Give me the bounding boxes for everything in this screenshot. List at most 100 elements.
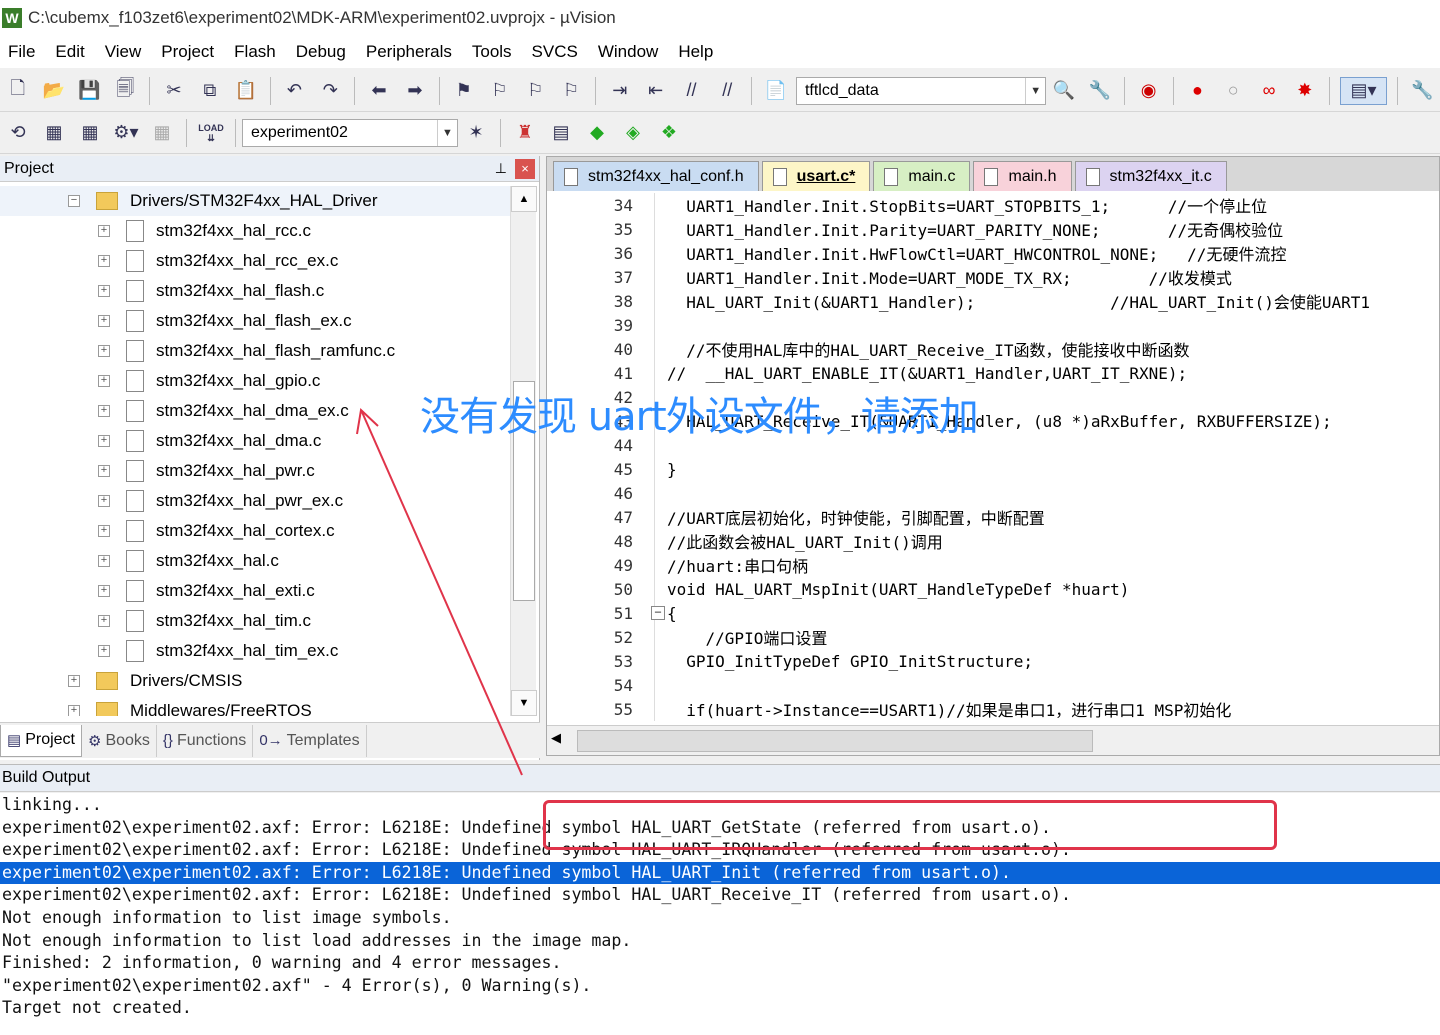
rebuild-icon[interactable]: ▦ [76,119,104,147]
manage-rte-icon[interactable]: ◆ [583,119,611,147]
pin-icon[interactable]: ⊥ [495,160,507,177]
unindent-icon[interactable]: ⇤ [642,77,670,105]
find-combo[interactable]: tftlcd_data ▼ [795,76,1047,105]
target-options-icon[interactable]: ✶ [462,119,490,147]
tree-file[interactable]: + stm32f4xx_hal_flash.c [0,276,510,306]
expand-icon[interactable]: + [68,675,80,687]
scroll-left-icon[interactable]: ◀ [551,730,561,746]
menu-item-help[interactable]: Help [678,42,713,62]
stop-build-icon[interactable]: ▦ [148,119,176,147]
navigate-back-icon[interactable]: ⬅ [365,77,393,105]
scroll-up-icon[interactable]: ▲ [511,186,537,212]
tree-file[interactable]: + stm32f4xx_hal_pwr.c [0,456,510,486]
menu-item-flash[interactable]: Flash [234,42,276,62]
expand-icon[interactable]: + [98,465,110,477]
bookmark-icon[interactable]: ⚑ [450,77,478,105]
menu-item-peripherals[interactable]: Peripherals [366,42,452,62]
tree-file[interactable]: + stm32f4xx_hal_flash_ramfunc.c [0,336,510,366]
menu-item-view[interactable]: View [105,42,142,62]
save-all-icon[interactable]: 🗐 [111,77,139,105]
tree-folder[interactable]: − Drivers/STM32F4xx_HAL_Driver [0,186,510,216]
expand-icon[interactable]: + [98,345,110,357]
bookmark-next-icon[interactable]: ⚐ [521,77,549,105]
editor-horizontal-scrollbar[interactable]: ◀ [547,725,1439,755]
scroll-down-icon[interactable]: ▼ [511,690,537,716]
tree-file[interactable]: + stm32f4xx_hal_tim_ex.c [0,636,510,666]
expand-icon[interactable]: + [98,225,110,237]
paste-icon[interactable]: 📋 [232,77,260,105]
editor-tab-main-h[interactable]: main.h [973,161,1072,191]
copy-icon[interactable]: ⧉ [196,77,224,105]
expand-icon[interactable]: + [98,585,110,597]
code-area[interactable]: 34 UART1_Handler.Init.StopBits=UART_STOP… [547,193,1439,721]
tree-file[interactable]: + stm32f4xx_hal_flash_ex.c [0,306,510,336]
bookmark-clear-icon[interactable]: ⚐ [557,77,585,105]
indent-icon[interactable]: ⇥ [606,77,634,105]
scrollbar-thumb[interactable] [577,730,1093,752]
menu-item-svcs[interactable]: SVCS [532,42,578,62]
manage-project-items-icon[interactable]: ♜ [511,119,539,147]
expand-icon[interactable]: + [98,285,110,297]
chevron-down-icon[interactable]: ▼ [437,119,457,146]
tab-templates[interactable]: 0→ Templates [253,724,367,757]
expand-icon[interactable]: + [98,315,110,327]
tree-folder[interactable]: + Drivers/CMSIS [0,666,510,696]
software-packs-icon[interactable]: ❖ [655,119,683,147]
tree-file[interactable]: + stm32f4xx_hal_pwr_ex.c [0,486,510,516]
breakpoint-icon[interactable]: ● [1184,77,1212,105]
tab-functions[interactable]: {} Functions [157,724,254,757]
window-layout-icon[interactable]: ▤▾ [1339,76,1388,105]
editor-tab-stm32f4xx-hal-conf-h[interactable]: stm32f4xx_hal_conf.h [553,161,759,191]
menu-item-debug[interactable]: Debug [296,42,346,62]
tree-file[interactable]: + stm32f4xx_hal_rcc_ex.c [0,246,510,276]
expand-icon[interactable]: + [98,555,110,567]
tree-file[interactable]: + stm32f4xx_hal_rcc.c [0,216,510,246]
expand-icon[interactable]: + [98,495,110,507]
save-icon[interactable]: 💾 [76,77,104,105]
editor-tab-usart-c-[interactable]: usart.c* [761,161,871,191]
chevron-down-icon[interactable]: ▼ [1025,77,1045,104]
find-in-files-icon[interactable]: 📄 [762,77,790,105]
tab-project[interactable]: ▤ Project [0,724,82,757]
find-icon[interactable]: 🔍 [1050,77,1078,105]
expand-icon[interactable]: + [98,435,110,447]
expand-icon[interactable]: + [98,405,110,417]
uncomment-icon[interactable]: // [713,77,741,105]
menu-item-window[interactable]: Window [598,42,658,62]
expand-icon[interactable]: + [68,705,80,716]
incremental-find-icon[interactable]: 🔧 [1086,77,1114,105]
open-file-icon[interactable]: 📂 [40,77,68,105]
editor-tab-main-c[interactable]: main.c [873,161,971,191]
pack-installer-icon[interactable]: ◈ [619,119,647,147]
navigate-forward-icon[interactable]: ➡ [401,77,429,105]
expand-icon[interactable]: + [98,615,110,627]
expand-icon[interactable]: + [98,255,110,267]
load-download-icon[interactable]: LOAD ⇊ [197,119,225,147]
configure-icon[interactable]: 🔧 [1408,77,1436,105]
tree-file[interactable]: + stm32f4xx_hal_cortex.c [0,516,510,546]
build-icon[interactable]: ▦ [40,119,68,147]
editor-tab-stm32f4xx-it-c[interactable]: stm32f4xx_it.c [1074,161,1227,191]
comment-icon[interactable]: // [678,77,706,105]
expand-icon[interactable]: + [98,645,110,657]
undo-icon[interactable]: ↶ [281,77,309,105]
tree-file[interactable]: + stm32f4xx_hal_exti.c [0,576,510,606]
new-file-icon[interactable]: 🗋 [4,77,32,105]
tree-file[interactable]: + stm32f4xx_hal_tim.c [0,606,510,636]
tab-books[interactable]: ⚙ Books [82,724,157,757]
menu-item-file[interactable]: File [8,42,35,62]
cut-icon[interactable]: ✂ [160,77,188,105]
menu-item-tools[interactable]: Tools [472,42,512,62]
batch-build-icon[interactable]: ⚙▾ [112,119,140,147]
expand-icon[interactable]: + [98,375,110,387]
collapse-icon[interactable]: − [68,195,80,207]
fold-collapse-icon[interactable]: − [651,606,665,620]
kill-all-breakpoints-icon[interactable]: ✸ [1291,77,1319,105]
redo-icon[interactable]: ↷ [316,77,344,105]
menu-item-edit[interactable]: Edit [55,42,84,62]
close-icon[interactable]: × [515,158,535,179]
target-select[interactable]: experiment02 ▼ [242,118,458,147]
menu-item-project[interactable]: Project [161,42,214,62]
translate-icon[interactable]: ⟲ [4,119,32,147]
tree-folder[interactable]: + Middlewares/FreeRTOS [0,696,510,716]
